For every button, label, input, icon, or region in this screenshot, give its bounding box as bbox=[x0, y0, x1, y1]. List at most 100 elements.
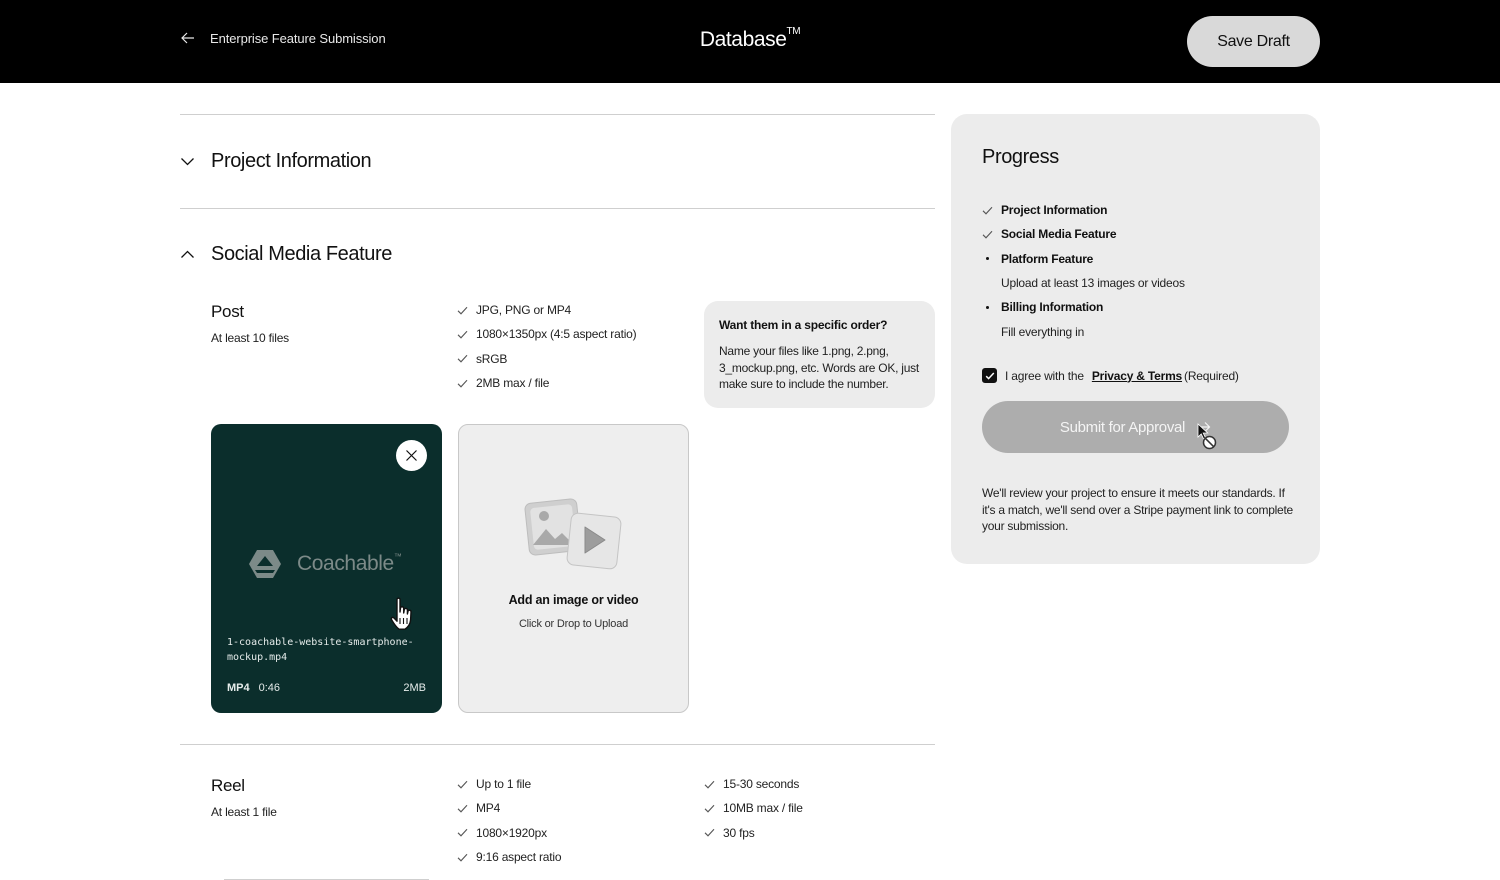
requirement-label: 30 fps bbox=[723, 825, 755, 840]
terms-agreement: I agree with the Privacy & Terms (Requir… bbox=[982, 368, 1239, 383]
check-icon bbox=[457, 829, 468, 837]
requirement-label: 2MB max / file bbox=[476, 376, 550, 391]
upload-dropzone[interactable]: Add an image or video Click or Drop to U… bbox=[458, 424, 689, 713]
terms-checkbox[interactable] bbox=[982, 368, 997, 383]
uploaded-file-card[interactable]: Coachable™ 1-coachable-website-smartphon… bbox=[211, 424, 442, 713]
logo-text: Coachable bbox=[297, 552, 394, 575]
reel-requirements-left: Up to 1 file MP4 1080×1920px 9:16 aspect… bbox=[457, 772, 562, 869]
requirement-label: 1080×1920px bbox=[476, 825, 547, 840]
check-icon bbox=[457, 379, 468, 388]
arrow-left-icon bbox=[181, 32, 194, 44]
check-icon bbox=[457, 804, 468, 813]
submit-label: Submit for Approval bbox=[1059, 418, 1186, 436]
brand-name: Database bbox=[699, 28, 787, 51]
checkmark-icon bbox=[985, 371, 994, 380]
progress-title: Progress bbox=[982, 146, 1059, 168]
requirement-item: sRGB bbox=[457, 347, 636, 371]
post-subtitle: At least 10 files bbox=[211, 331, 289, 345]
post-requirements: JPG, PNG or MP4 1080×1350px (4:5 aspect … bbox=[457, 298, 637, 395]
requirement-label: sRGB bbox=[476, 351, 508, 366]
review-notice: We'll review your project to ensure it m… bbox=[982, 486, 1293, 533]
step-complete-marker bbox=[982, 205, 1001, 216]
section-title: Social Media Feature bbox=[211, 243, 392, 265]
check-icon bbox=[704, 804, 715, 813]
section-title: Project Information bbox=[211, 150, 372, 172]
divider bbox=[180, 114, 935, 115]
step-label: Platform Feature bbox=[1001, 251, 1094, 266]
top-bar: Enterprise Feature Submission DatabaseTM… bbox=[0, 0, 1500, 83]
requirement-item: 1080×1920px bbox=[457, 821, 561, 845]
requirement-label: Up to 1 file bbox=[476, 777, 531, 792]
post-title: Post bbox=[211, 302, 244, 321]
check-icon bbox=[457, 355, 468, 363]
requirement-label: 1080×1350px (4:5 aspect ratio) bbox=[476, 327, 637, 342]
privacy-terms-link[interactable]: Privacy & Terms bbox=[1092, 369, 1182, 383]
back-link[interactable]: Enterprise Feature Submission bbox=[180, 30, 386, 46]
check-icon bbox=[982, 206, 993, 215]
step-complete-marker bbox=[982, 229, 1001, 240]
reel-subtitle: At least 1 file bbox=[211, 805, 277, 819]
check-icon bbox=[982, 230, 993, 239]
progress-panel: Progress Project Information Social Medi… bbox=[951, 114, 1320, 564]
requirement-label: 9:16 aspect ratio bbox=[476, 850, 562, 865]
requirement-label: JPG, PNG or MP4 bbox=[476, 303, 572, 318]
brand-trademark: TM bbox=[786, 26, 801, 37]
check-icon bbox=[457, 853, 468, 862]
requirement-item: Up to 1 file bbox=[457, 772, 561, 796]
step-label: Social Media Feature bbox=[1001, 227, 1117, 242]
file-meta: MP4 0:46 2MB bbox=[227, 682, 426, 694]
dropzone-title: Add an image or video bbox=[508, 593, 639, 607]
file-name: 1-coachable-website-smartphone-mockup.mp… bbox=[227, 637, 414, 663]
tip-title: Want them in a specific order? bbox=[719, 318, 888, 332]
requirement-item: 15-30 seconds bbox=[704, 772, 803, 796]
progress-steps: Project Information Social Media Feature… bbox=[982, 198, 1302, 344]
bullet-dot-icon bbox=[986, 257, 989, 261]
dropzone-subtitle: Click or Drop to Upload bbox=[518, 618, 629, 630]
progress-step-platform-feature: Platform Feature bbox=[982, 247, 1302, 271]
logo-trademark: ™ bbox=[393, 552, 402, 561]
requirement-item: 10MB max / file bbox=[704, 796, 803, 820]
progress-step-project-information: Project Information bbox=[982, 198, 1302, 222]
requirement-label: 15-30 seconds bbox=[723, 777, 800, 792]
requirement-item: MP4 bbox=[457, 796, 561, 820]
not-allowed-cursor-icon bbox=[1197, 423, 1217, 450]
file-size: 2MB bbox=[403, 682, 426, 694]
chevron-down-icon bbox=[181, 158, 194, 166]
file-thumbnail-logo-text: Coachable™ bbox=[297, 552, 402, 576]
check-icon bbox=[457, 780, 468, 789]
step-pending-marker bbox=[982, 305, 1001, 309]
save-draft-button[interactable]: Save Draft bbox=[1187, 16, 1320, 67]
section-project-information-toggle[interactable]: Project Information bbox=[180, 150, 372, 173]
check-icon bbox=[457, 330, 468, 339]
terms-prefix: I agree with the bbox=[1005, 368, 1084, 383]
check-icon bbox=[457, 306, 468, 315]
image-video-upload-icon bbox=[524, 498, 622, 570]
requirement-label: 10MB max / file bbox=[723, 801, 803, 816]
hand-cursor-icon bbox=[390, 597, 412, 630]
file-duration: 0:46 bbox=[258, 682, 281, 694]
step-pending-marker bbox=[982, 257, 1001, 261]
tip-body: Name your files like 1.png, 2.png, 3_moc… bbox=[719, 344, 919, 391]
progress-step-billing-information: Billing Information bbox=[982, 295, 1302, 319]
remove-file-button[interactable] bbox=[396, 440, 427, 471]
check-icon bbox=[704, 780, 715, 789]
coachable-logo-icon bbox=[249, 550, 281, 578]
chevron-up-icon bbox=[181, 250, 194, 258]
section-social-media-feature-toggle[interactable]: Social Media Feature bbox=[180, 243, 392, 266]
ordering-tip: Want them in a specific order? Name your… bbox=[704, 301, 935, 408]
step-note: Fill everything in bbox=[1001, 324, 1085, 339]
back-link-label: Enterprise Feature Submission bbox=[210, 30, 386, 46]
reel-title: Reel bbox=[211, 776, 245, 795]
requirement-item: 9:16 aspect ratio bbox=[457, 845, 562, 869]
close-icon bbox=[406, 450, 417, 461]
submit-for-approval-button[interactable]: Submit for Approval bbox=[982, 401, 1289, 453]
requirement-item: 30 fps bbox=[704, 821, 803, 845]
reel-requirements-right: 15-30 seconds 10MB max / file 30 fps bbox=[704, 772, 803, 845]
check-icon bbox=[704, 829, 715, 837]
requirement-label: MP4 bbox=[476, 801, 501, 816]
terms-suffix: (Required) bbox=[1184, 368, 1239, 383]
file-thumbnail-logo: Coachable™ bbox=[248, 549, 402, 579]
bullet-dot-icon bbox=[986, 305, 989, 309]
divider bbox=[180, 208, 935, 209]
requirement-item: 2MB max / file bbox=[457, 371, 636, 395]
